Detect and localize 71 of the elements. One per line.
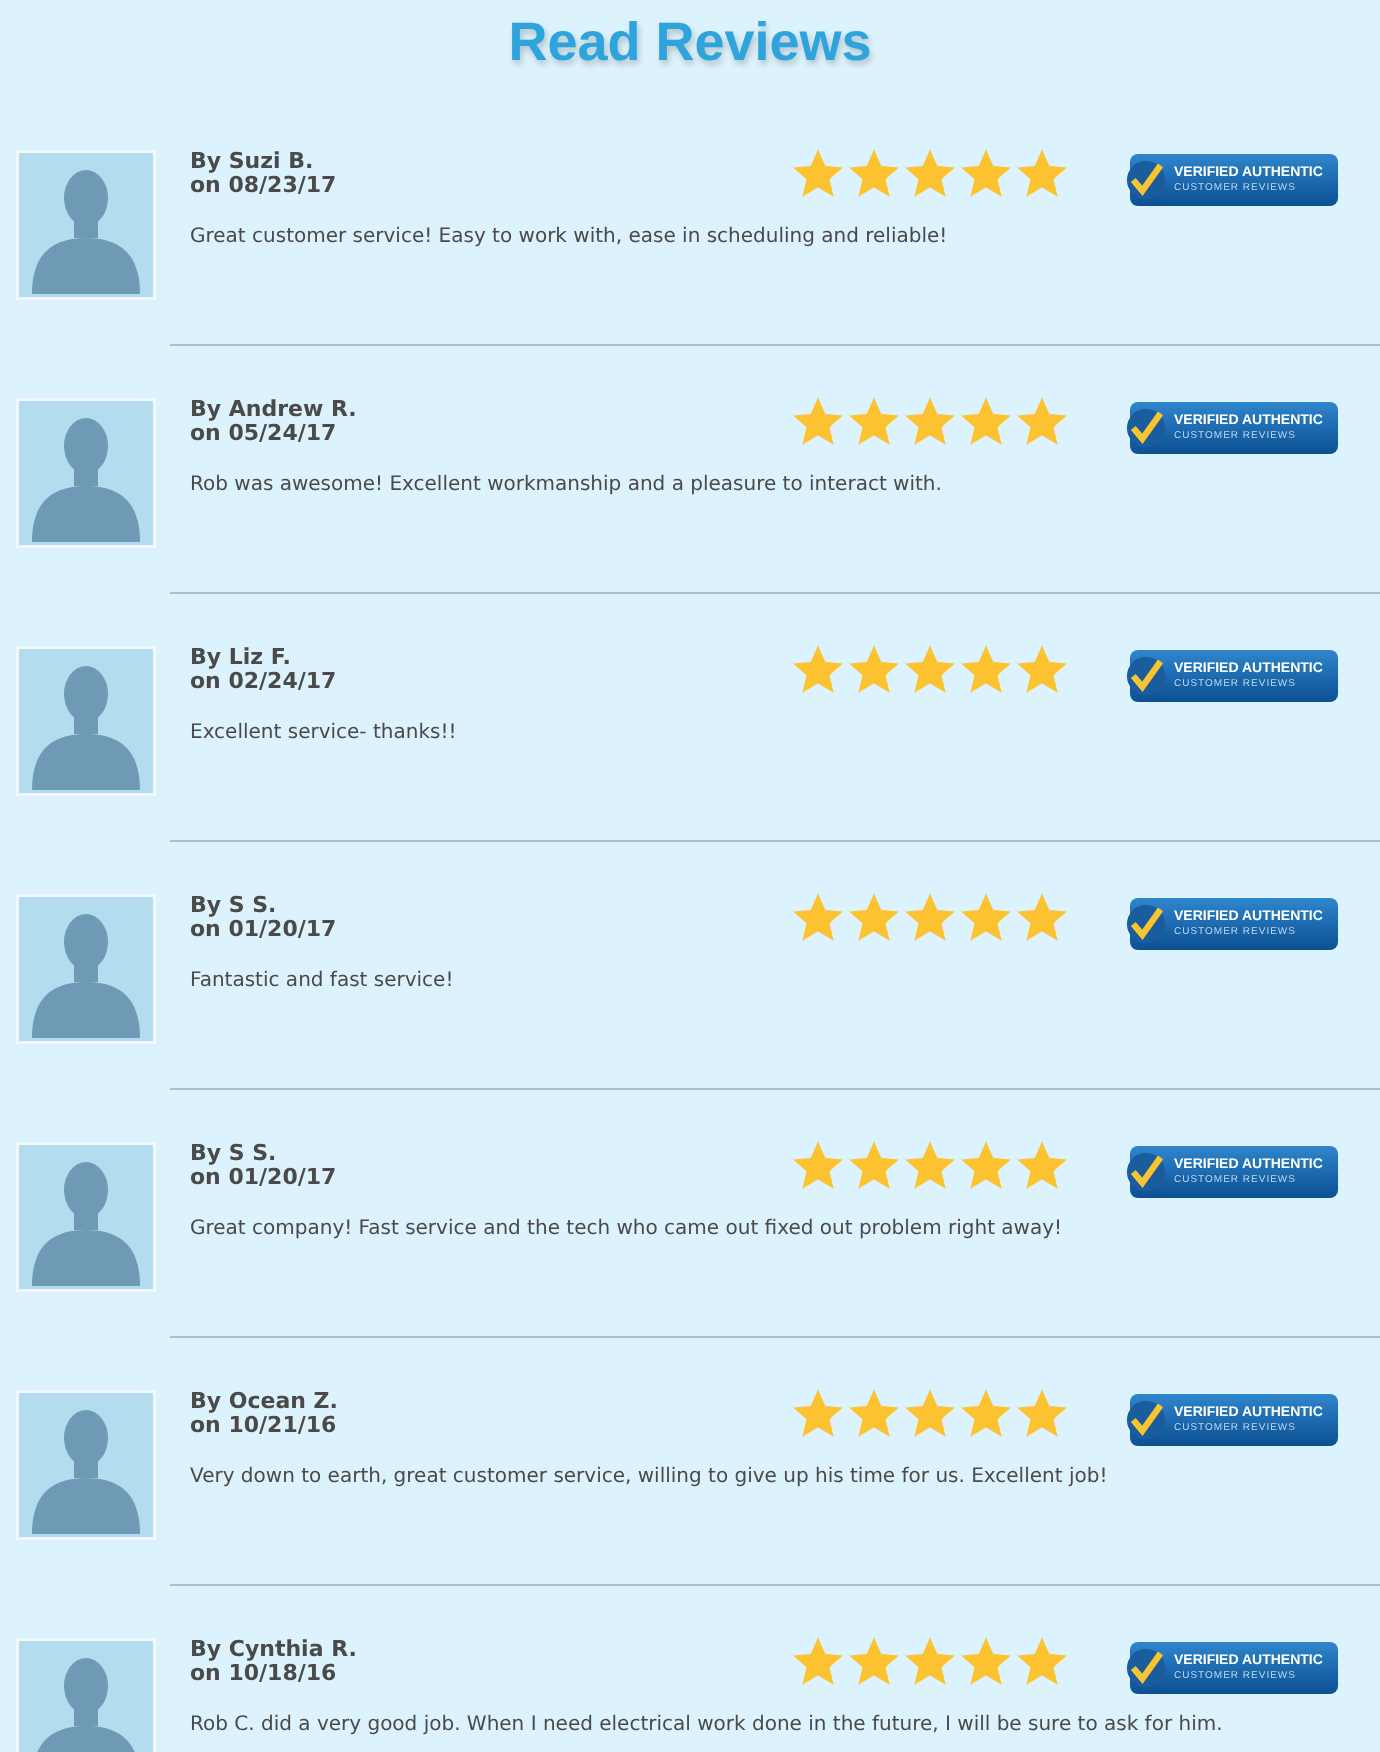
review-text: Great customer service! Easy to work with, ease in scheduling and reliable! <box>190 226 950 248</box>
star-icon <box>902 642 958 698</box>
star-icon <box>958 1386 1014 1442</box>
star-icon <box>958 1138 1014 1194</box>
review-text: Excellent service- thanks!! <box>190 722 459 744</box>
avatar-silhouette-icon <box>16 646 156 796</box>
avatar-silhouette-icon <box>16 398 156 548</box>
reviewer-name: By Suzi B. <box>190 150 316 174</box>
reviewer-name: By S S. <box>190 1142 279 1166</box>
avatar-silhouette-icon <box>16 1390 156 1540</box>
page-title: Read Reviews <box>506 10 874 76</box>
star-icon <box>790 146 846 202</box>
reviewer-name: By S S. <box>190 894 279 918</box>
checkmark-icon <box>1126 160 1166 200</box>
review-date: on 10/21/16 <box>190 1414 339 1438</box>
star-icon <box>846 642 902 698</box>
reviewer-name: By Liz F. <box>190 646 293 670</box>
star-icon <box>846 1138 902 1194</box>
review-text: Great company! Fast service and the tech who came out fixed out problem right away! <box>190 1218 1065 1240</box>
star-icon <box>902 1386 958 1442</box>
star-icon <box>1014 642 1070 698</box>
review-date: on 08/23/17 <box>190 174 339 198</box>
star-icon <box>958 394 1014 450</box>
review-date: on 10/18/16 <box>190 1662 339 1686</box>
avatar-silhouette-icon <box>16 150 156 300</box>
reviewer-name: By Cynthia R. <box>190 1638 359 1662</box>
star-icon <box>958 642 1014 698</box>
checkmark-icon <box>1126 1648 1166 1688</box>
star-icon <box>790 890 846 946</box>
review-date: on 05/24/17 <box>190 422 339 446</box>
star-icon <box>846 1386 902 1442</box>
reviewer-name: By Ocean Z. <box>190 1390 340 1414</box>
star-icon <box>1014 1386 1070 1442</box>
checkmark-icon <box>1126 408 1166 448</box>
star-icon <box>790 1386 846 1442</box>
checkmark-icon <box>1126 1400 1166 1440</box>
star-icon <box>902 1634 958 1690</box>
review-date: on 01/20/17 <box>190 1166 339 1190</box>
star-icon <box>1014 394 1070 450</box>
checkmark-icon <box>1126 904 1166 944</box>
review-text: Rob was awesome! Excellent workmanship and a pleasure to interact with. <box>190 474 944 496</box>
star-icon <box>1014 146 1070 202</box>
star-icon <box>790 642 846 698</box>
star-icon <box>790 1138 846 1194</box>
star-icon <box>1014 1138 1070 1194</box>
star-icon <box>846 1634 902 1690</box>
star-icon <box>958 146 1014 202</box>
star-icon <box>902 394 958 450</box>
reviewer-name: By Andrew R. <box>190 398 359 422</box>
star-icon <box>902 1138 958 1194</box>
star-icon <box>846 890 902 946</box>
star-icon <box>1014 890 1070 946</box>
review-date: on 02/24/17 <box>190 670 339 694</box>
star-icon <box>902 146 958 202</box>
avatar-silhouette-icon <box>16 894 156 1044</box>
review-text: Rob C. did a very good job. When I need electrical work done in the future, I will be sure to ask for him. <box>190 1714 1225 1736</box>
checkmark-icon <box>1126 656 1166 696</box>
avatar-silhouette-icon <box>16 1142 156 1292</box>
avatar-silhouette-icon <box>16 1638 156 1752</box>
star-icon <box>958 890 1014 946</box>
star-icon <box>790 1634 846 1690</box>
star-icon <box>846 146 902 202</box>
star-icon <box>790 394 846 450</box>
review-text: Very down to earth, great customer service, willing to give up his time for us. Excellent job! <box>190 1466 1110 1488</box>
star-icon <box>1014 1634 1070 1690</box>
star-icon <box>958 1634 1014 1690</box>
review-text: Fantastic and fast service! <box>190 970 456 992</box>
review-date: on 01/20/17 <box>190 918 339 942</box>
star-icon <box>846 394 902 450</box>
checkmark-icon <box>1126 1152 1166 1192</box>
star-icon <box>902 890 958 946</box>
